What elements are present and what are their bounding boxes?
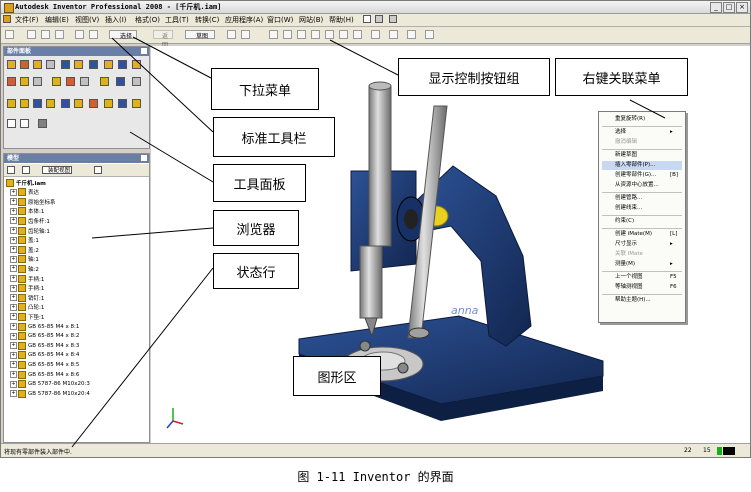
callout-context-menu: 右键关联菜单: [555, 58, 688, 96]
callout-tool-panel: 工具面板: [213, 164, 306, 202]
callout-standard-toolbar: 标准工具栏: [213, 117, 335, 157]
callout-graphics-area: 图形区: [293, 356, 381, 396]
callout-browser: 浏览器: [213, 210, 299, 246]
callout-status-bar: 状态行: [213, 253, 299, 289]
callout-dropdown-menu: 下拉菜单: [211, 68, 319, 110]
figure-caption: 图 1-11 Inventor 的界面: [297, 470, 454, 484]
callout-display-buttons: 显示控制按钮组: [398, 58, 550, 96]
